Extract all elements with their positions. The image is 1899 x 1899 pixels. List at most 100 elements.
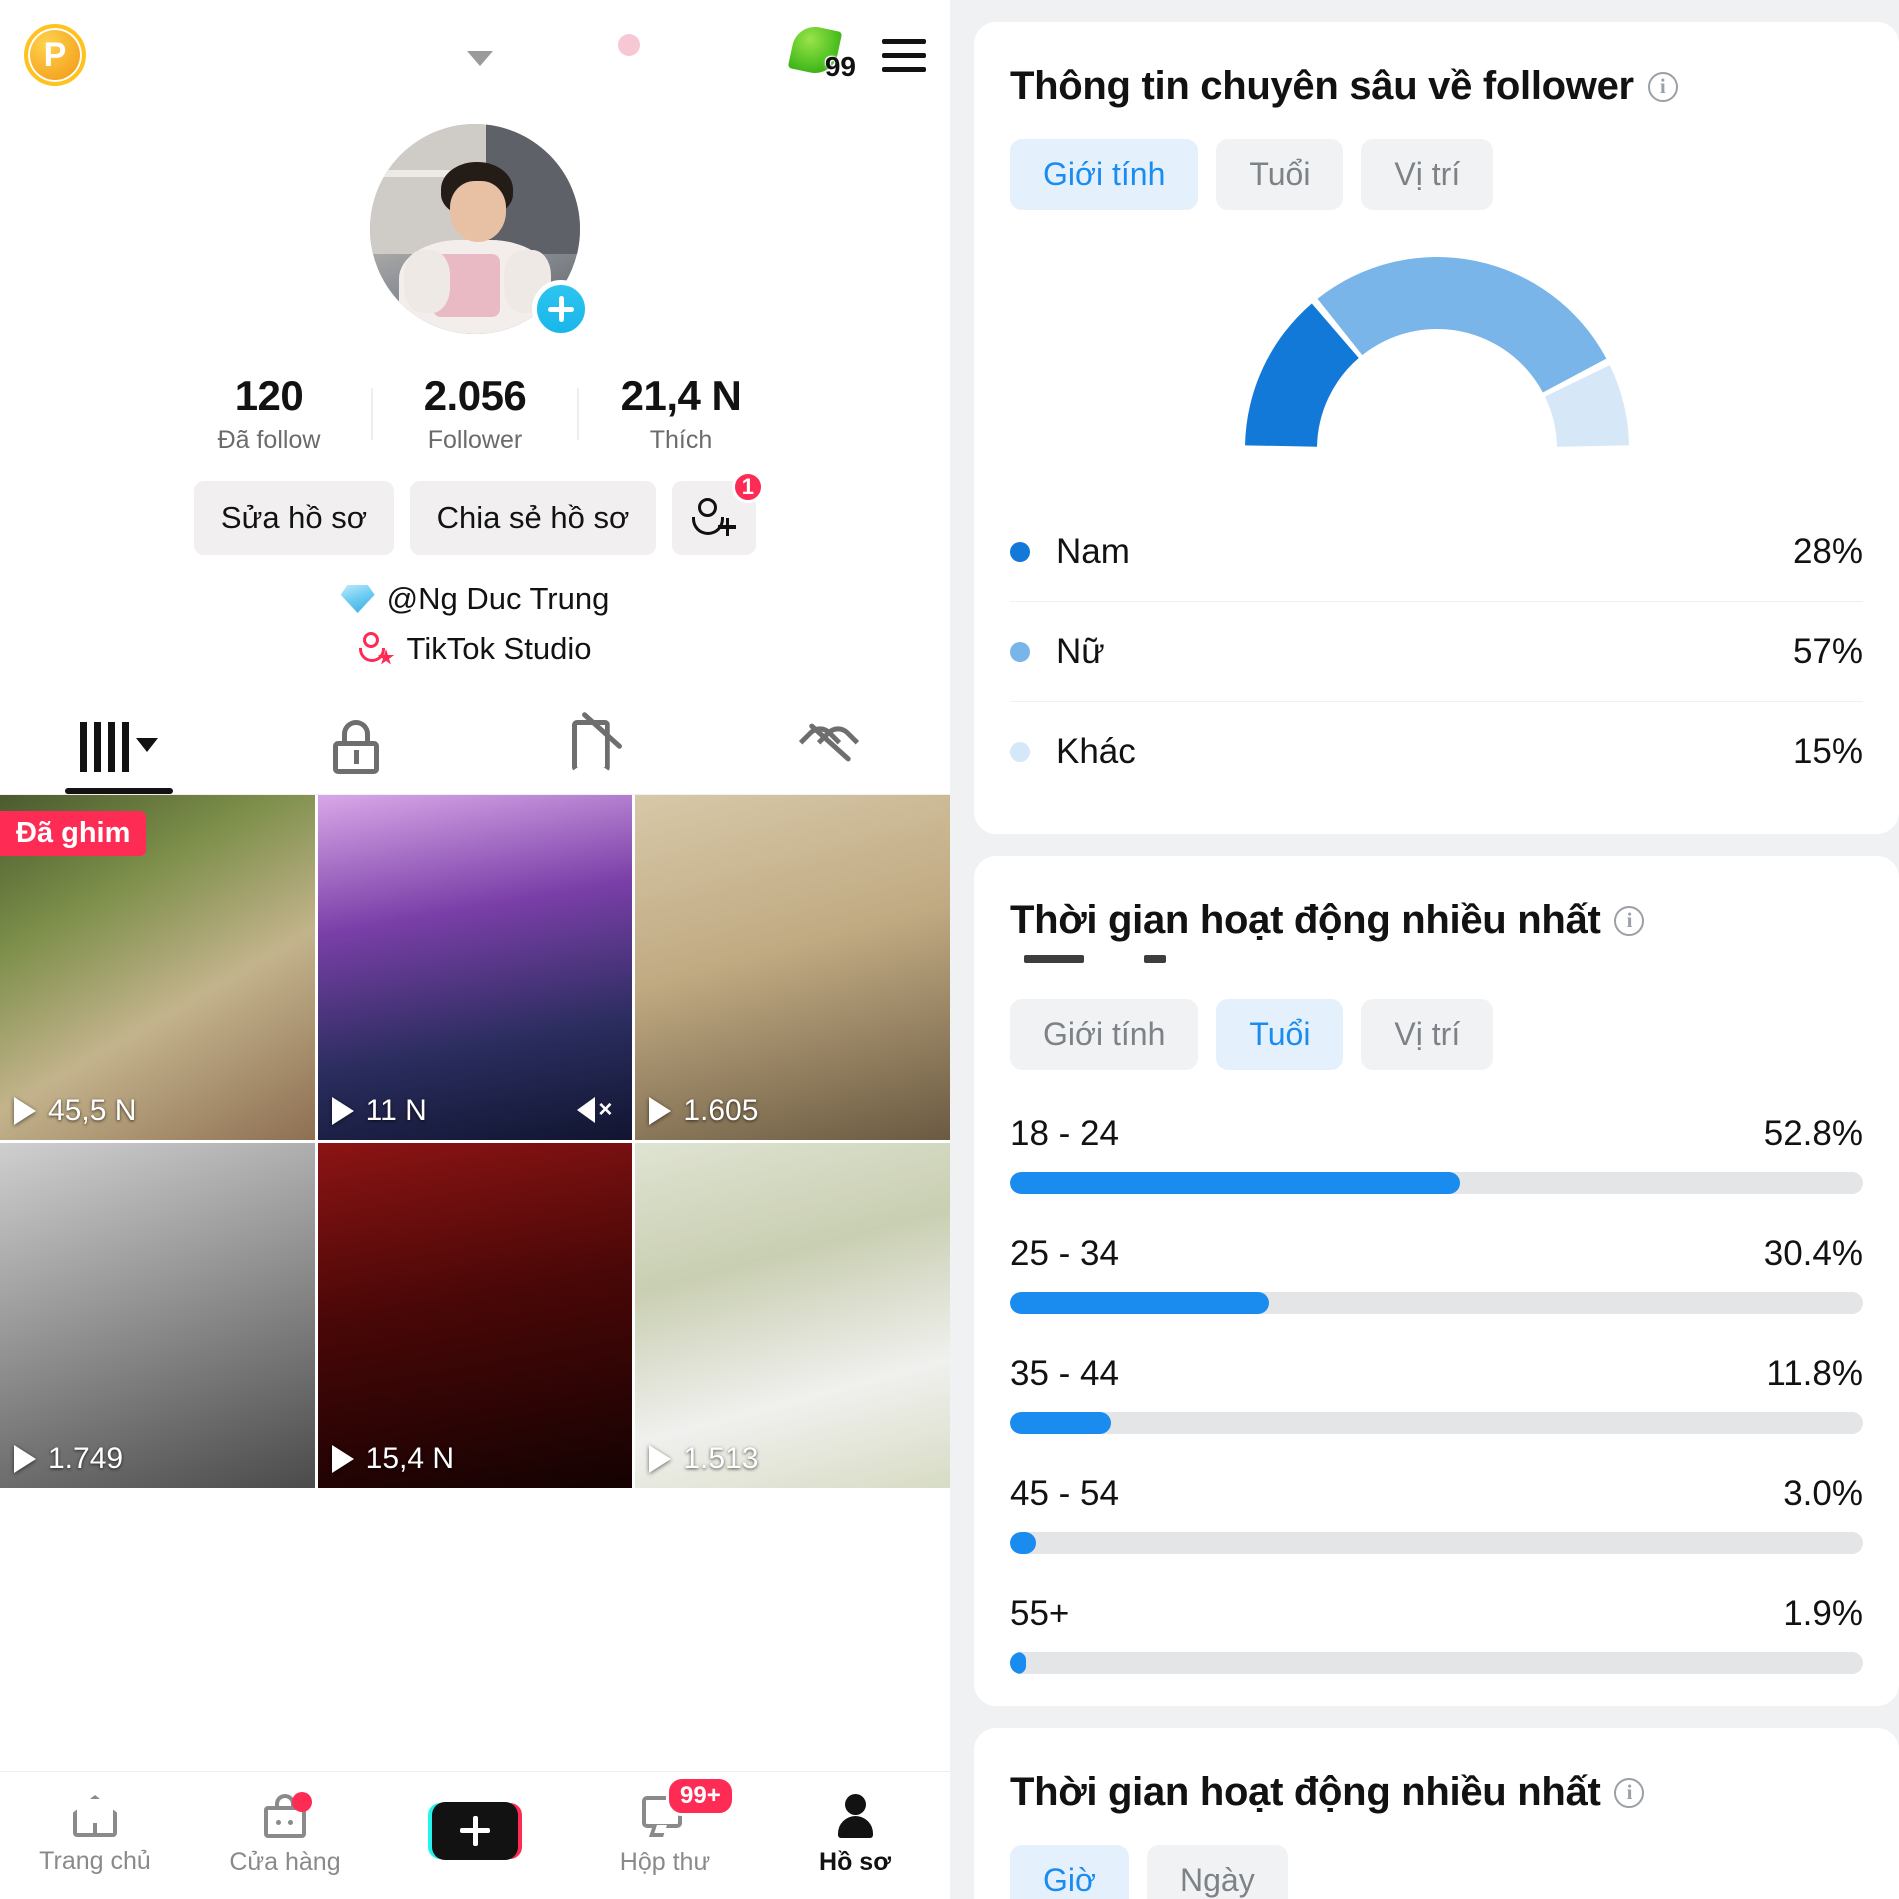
age-bar-fill [1010, 1532, 1036, 1554]
rewards-coin-icon[interactable]: P [24, 24, 86, 86]
age-bar-track [1010, 1172, 1863, 1194]
add-friend-badge: 1 [731, 471, 764, 503]
nav-item-inbox[interactable]: 99+ Hộp thư [570, 1776, 760, 1877]
lock-private-icon [333, 719, 380, 774]
play-icon [649, 1097, 672, 1125]
info-icon[interactable]: i [1614, 905, 1645, 936]
legend-label-female: Nữ [1056, 631, 1105, 671]
info-icon[interactable]: i [1647, 71, 1678, 102]
age-bar-item: 55+ 1.9% [1010, 1594, 1863, 1674]
gauge-svg-container [1237, 254, 1637, 454]
bio-handle-label: @Ng Duc Trung [386, 581, 610, 616]
avatar[interactable] [370, 124, 590, 338]
video-views: 11 N [331, 1094, 427, 1128]
gauge-chart-svg [1244, 257, 1629, 447]
chip-gender[interactable]: Giới tính [1010, 139, 1199, 210]
chip-age[interactable]: Tuổi [1216, 999, 1344, 1070]
video-thumbnail[interactable]: 1.513 [635, 1143, 950, 1488]
inbox-icon: 99+ [642, 1776, 735, 1838]
nav-home-label: Trang chủ [39, 1847, 151, 1875]
legend-value-female: 57% [1792, 631, 1863, 671]
nav-profile-label: Hồ sơ [819, 1848, 891, 1876]
legend-item-female: Nữ 57% [1010, 602, 1863, 702]
stat-followers[interactable]: 2.056 Follower [373, 372, 577, 455]
leaf-rewards-badge[interactable]: 99 [787, 22, 856, 85]
age-bar-label: 55+ [1010, 1594, 1070, 1633]
follower-insights-chips: Giới tính Tuổi Vị trí [1010, 139, 1863, 210]
age-bar-label: 45 - 54 [1010, 1474, 1119, 1513]
video-views-label: 45,5 N [48, 1094, 137, 1127]
analytics-pane[interactable]: Thông tin chuyên sâu về follower i Giới … [950, 0, 1899, 1899]
chip-day[interactable]: Ngày [1146, 1845, 1288, 1899]
heart-hidden-icon [799, 719, 860, 772]
tab-liked[interactable] [713, 699, 951, 794]
bio-handle-row: @Ng Duc Trung [0, 581, 950, 617]
chip-location[interactable]: Vị trí [1361, 999, 1494, 1070]
stat-likes[interactable]: 21,4 N Thích [579, 372, 783, 455]
age-bar-fill [1010, 1652, 1027, 1674]
shop-notification-dot [292, 1792, 312, 1812]
chip-location[interactable]: Vị trí [1361, 139, 1494, 210]
video-thumbnail[interactable]: Đã ghim 45,5 N [0, 795, 315, 1140]
leaf-count-label: 99 [824, 51, 856, 82]
bookmark-hidden-icon [571, 710, 623, 774]
tab-private[interactable] [238, 699, 476, 794]
tiktok-studio-row[interactable]: TikTok Studio [0, 631, 950, 667]
nav-item-profile[interactable]: Hồ sơ [760, 1794, 950, 1877]
active-hours-card: Thời gian hoạt động nhiều nhất i Giờ Ngà… [974, 1728, 1899, 1899]
share-profile-button[interactable]: Chia sẻ hồ sơ [410, 481, 656, 555]
stat-likes-value: 21,4 N [620, 372, 742, 419]
tab-videos[interactable] [0, 699, 238, 794]
profile-person-icon [834, 1794, 876, 1838]
nav-item-shop[interactable]: Cửa hàng [190, 1792, 380, 1877]
top-bar: P 99 [0, 0, 950, 110]
video-thumbnail[interactable]: 1.605 [635, 795, 950, 1140]
video-thumbnail[interactable]: 15,4 N [317, 1143, 633, 1488]
age-bar-fill [1010, 1292, 1270, 1314]
chip-age[interactable]: Tuổi [1216, 139, 1344, 210]
nav-item-create[interactable] [380, 1801, 570, 1870]
video-grid: Đã ghim 45,5 N 11 N × 1.605 1.749 15,4 N… [0, 795, 950, 1488]
age-bar-label: 18 - 24 [1010, 1114, 1119, 1153]
create-plus-icon[interactable] [432, 1801, 518, 1860]
chip-gender[interactable]: Giới tính [1010, 999, 1199, 1070]
hamburger-menu-icon[interactable] [882, 38, 926, 72]
legend-label-male: Nam [1056, 531, 1130, 571]
chip-hour[interactable]: Giờ [1010, 1845, 1129, 1899]
video-views-label: 1.513 [683, 1442, 759, 1475]
plus-icon[interactable] [532, 280, 590, 338]
stat-followers-label: Follower [427, 426, 523, 454]
stat-following[interactable]: 120 Đã follow [167, 372, 371, 455]
legend-dot-female [1010, 641, 1030, 662]
card-header: Thời gian hoạt động nhiều nhất i [1010, 1770, 1863, 1815]
add-friend-button[interactable]: 1 [672, 471, 764, 555]
video-thumbnail[interactable]: 1.749 [0, 1143, 315, 1488]
age-bar-label: 35 - 44 [1010, 1354, 1119, 1393]
gender-gauge-chart [1010, 254, 1863, 454]
video-thumbnail[interactable]: 11 N × [317, 795, 633, 1140]
follower-insights-title: Thông tin chuyên sâu về follower [1010, 64, 1634, 108]
hours-card-chips: Giờ Ngày [1010, 1845, 1863, 1899]
video-views-label: 15,4 N [365, 1442, 455, 1475]
gender-legend: Nam 28% Nữ 57% Khác 15% [1010, 502, 1863, 802]
video-views-label: 1.749 [48, 1442, 124, 1475]
age-bar-value: 3.0% [1783, 1474, 1863, 1513]
chevron-down-icon[interactable] [467, 50, 493, 66]
age-bar-header: 35 - 44 11.8% [1010, 1354, 1863, 1394]
edit-profile-button[interactable]: Sửa hồ sơ [194, 481, 394, 555]
play-icon [331, 1445, 354, 1473]
info-icon[interactable]: i [1614, 1777, 1645, 1808]
stat-likes-label: Thích [649, 426, 713, 454]
tab-saved[interactable] [475, 699, 713, 794]
inbox-badge: 99+ [666, 1776, 735, 1816]
age-bar-item: 25 - 34 30.4% [1010, 1234, 1863, 1314]
legend-item-other: Khác 15% [1010, 702, 1863, 802]
age-bar-value: 11.8% [1766, 1354, 1863, 1393]
nav-item-home[interactable]: Trang chủ [0, 1795, 190, 1876]
video-views: 45,5 N [14, 1094, 136, 1128]
shop-bag-icon [264, 1792, 312, 1838]
top-bar-actions: 99 [787, 22, 926, 85]
pinned-badge: Đã ghim [0, 811, 147, 856]
tiktok-profile-pane: P 99 120 Đã follow 2.056 Follower 21,4 N… [0, 0, 950, 1899]
title-notification-dot [618, 34, 640, 56]
